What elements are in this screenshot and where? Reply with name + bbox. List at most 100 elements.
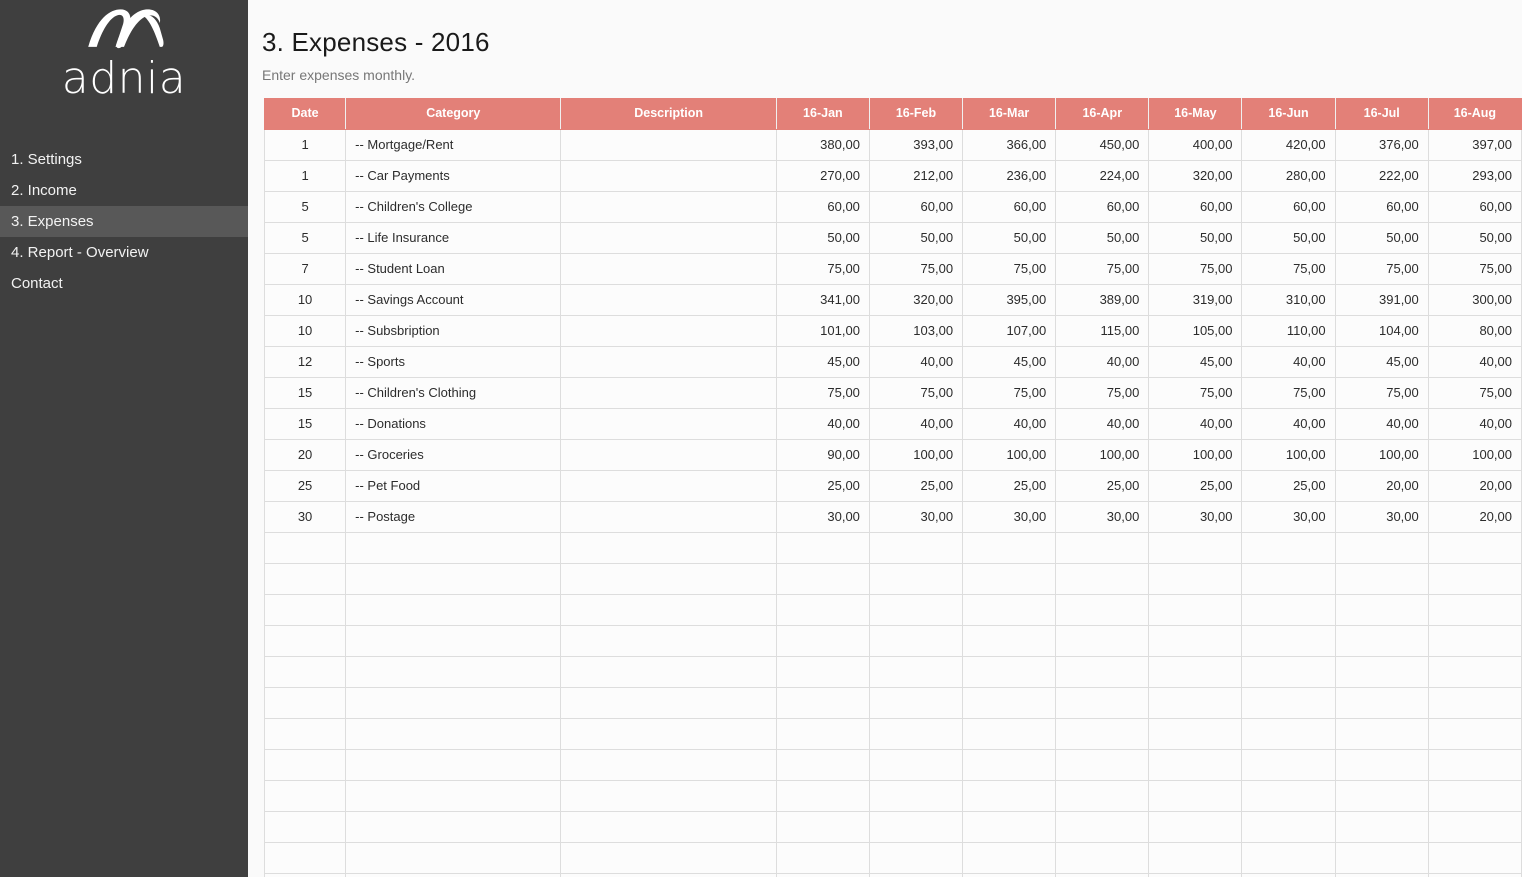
- cell-description[interactable]: [560, 470, 777, 502]
- cell-description-empty[interactable]: [560, 780, 777, 812]
- cell-date[interactable]: 15: [263, 408, 347, 440]
- cell-date-empty[interactable]: [263, 625, 347, 657]
- cell-date[interactable]: 15: [263, 377, 347, 409]
- cell-category[interactable]: -- Car Payments: [345, 160, 562, 192]
- cell-jun-empty[interactable]: [1241, 687, 1336, 719]
- cell-feb-empty[interactable]: [869, 532, 964, 564]
- cell-aug[interactable]: 100,00: [1428, 439, 1522, 471]
- sidebar-item-income[interactable]: 2. Income: [0, 175, 248, 206]
- cell-category-empty[interactable]: [345, 718, 562, 750]
- cell-jul[interactable]: 40,00: [1335, 408, 1429, 440]
- cell-aug-empty[interactable]: [1428, 873, 1522, 877]
- cell-feb[interactable]: 60,00: [869, 191, 964, 223]
- cell-apr[interactable]: 389,00: [1055, 284, 1150, 316]
- cell-category[interactable]: -- Life Insurance: [345, 222, 562, 254]
- cell-mar-empty[interactable]: [962, 532, 1057, 564]
- cell-may-empty[interactable]: [1148, 656, 1243, 688]
- cell-aug[interactable]: 50,00: [1428, 222, 1522, 254]
- cell-jul[interactable]: 75,00: [1335, 377, 1429, 409]
- cell-description-empty[interactable]: [560, 873, 777, 877]
- cell-date-empty[interactable]: [263, 780, 347, 812]
- cell-may[interactable]: 320,00: [1148, 160, 1243, 192]
- cell-apr-empty[interactable]: [1055, 749, 1150, 781]
- column-header-mar[interactable]: 16-Mar: [962, 98, 1057, 130]
- cell-may[interactable]: 400,00: [1148, 129, 1243, 161]
- cell-mar[interactable]: 366,00: [962, 129, 1057, 161]
- cell-date-empty[interactable]: [263, 873, 347, 877]
- cell-description[interactable]: [560, 284, 777, 316]
- cell-mar-empty[interactable]: [962, 780, 1057, 812]
- cell-category-empty[interactable]: [345, 842, 562, 874]
- cell-feb[interactable]: 320,00: [869, 284, 964, 316]
- cell-jun-empty[interactable]: [1241, 749, 1336, 781]
- column-header-may[interactable]: 16-May: [1148, 98, 1243, 130]
- cell-jun[interactable]: 100,00: [1241, 439, 1336, 471]
- cell-category-empty[interactable]: [345, 811, 562, 843]
- cell-aug-empty[interactable]: [1428, 718, 1522, 750]
- cell-date-empty[interactable]: [263, 594, 347, 626]
- cell-jun-empty[interactable]: [1241, 842, 1336, 874]
- cell-feb-empty[interactable]: [869, 594, 964, 626]
- cell-category[interactable]: -- Children's College: [345, 191, 562, 223]
- cell-aug-empty[interactable]: [1428, 842, 1522, 874]
- cell-description-empty[interactable]: [560, 842, 777, 874]
- cell-jan[interactable]: 60,00: [776, 191, 870, 223]
- cell-aug[interactable]: 80,00: [1428, 315, 1522, 347]
- cell-apr-empty[interactable]: [1055, 656, 1150, 688]
- cell-apr[interactable]: 30,00: [1055, 501, 1150, 533]
- cell-jan[interactable]: 270,00: [776, 160, 870, 192]
- cell-jul[interactable]: 50,00: [1335, 222, 1429, 254]
- cell-jul-empty[interactable]: [1335, 873, 1429, 877]
- cell-description-empty[interactable]: [560, 811, 777, 843]
- cell-apr[interactable]: 115,00: [1055, 315, 1150, 347]
- cell-feb-empty[interactable]: [869, 656, 964, 688]
- cell-date-empty[interactable]: [263, 842, 347, 874]
- cell-mar-empty[interactable]: [962, 625, 1057, 657]
- cell-jan-empty[interactable]: [776, 625, 870, 657]
- cell-jan-empty[interactable]: [776, 656, 870, 688]
- cell-apr[interactable]: 450,00: [1055, 129, 1150, 161]
- cell-mar-empty[interactable]: [962, 718, 1057, 750]
- cell-jun-empty[interactable]: [1241, 563, 1336, 595]
- cell-date-empty[interactable]: [263, 687, 347, 719]
- cell-jul[interactable]: 75,00: [1335, 253, 1429, 285]
- cell-jan-empty[interactable]: [776, 842, 870, 874]
- cell-date[interactable]: 5: [263, 222, 347, 254]
- cell-jul[interactable]: 45,00: [1335, 346, 1429, 378]
- cell-description-empty[interactable]: [560, 718, 777, 750]
- cell-description[interactable]: [560, 346, 777, 378]
- cell-aug[interactable]: 40,00: [1428, 408, 1522, 440]
- cell-may[interactable]: 30,00: [1148, 501, 1243, 533]
- cell-may-empty[interactable]: [1148, 563, 1243, 595]
- cell-mar[interactable]: 45,00: [962, 346, 1057, 378]
- cell-mar[interactable]: 50,00: [962, 222, 1057, 254]
- cell-may-empty[interactable]: [1148, 718, 1243, 750]
- cell-description[interactable]: [560, 501, 777, 533]
- cell-jan[interactable]: 75,00: [776, 377, 870, 409]
- cell-jun[interactable]: 280,00: [1241, 160, 1336, 192]
- cell-apr-empty[interactable]: [1055, 873, 1150, 877]
- cell-may[interactable]: 319,00: [1148, 284, 1243, 316]
- cell-feb[interactable]: 100,00: [869, 439, 964, 471]
- cell-date[interactable]: 10: [263, 284, 347, 316]
- column-header-apr[interactable]: 16-Apr: [1055, 98, 1150, 130]
- cell-jan[interactable]: 90,00: [776, 439, 870, 471]
- cell-jan[interactable]: 380,00: [776, 129, 870, 161]
- cell-jul[interactable]: 100,00: [1335, 439, 1429, 471]
- cell-date[interactable]: 12: [263, 346, 347, 378]
- cell-jul-empty[interactable]: [1335, 811, 1429, 843]
- cell-may-empty[interactable]: [1148, 811, 1243, 843]
- cell-jan[interactable]: 341,00: [776, 284, 870, 316]
- cell-description[interactable]: [560, 315, 777, 347]
- cell-jun[interactable]: 420,00: [1241, 129, 1336, 161]
- cell-jan[interactable]: 25,00: [776, 470, 870, 502]
- cell-feb-empty[interactable]: [869, 749, 964, 781]
- cell-jul[interactable]: 391,00: [1335, 284, 1429, 316]
- cell-jun[interactable]: 75,00: [1241, 253, 1336, 285]
- cell-may[interactable]: 60,00: [1148, 191, 1243, 223]
- cell-jan[interactable]: 40,00: [776, 408, 870, 440]
- cell-feb-empty[interactable]: [869, 687, 964, 719]
- cell-may[interactable]: 75,00: [1148, 377, 1243, 409]
- cell-category-empty[interactable]: [345, 532, 562, 564]
- cell-may-empty[interactable]: [1148, 532, 1243, 564]
